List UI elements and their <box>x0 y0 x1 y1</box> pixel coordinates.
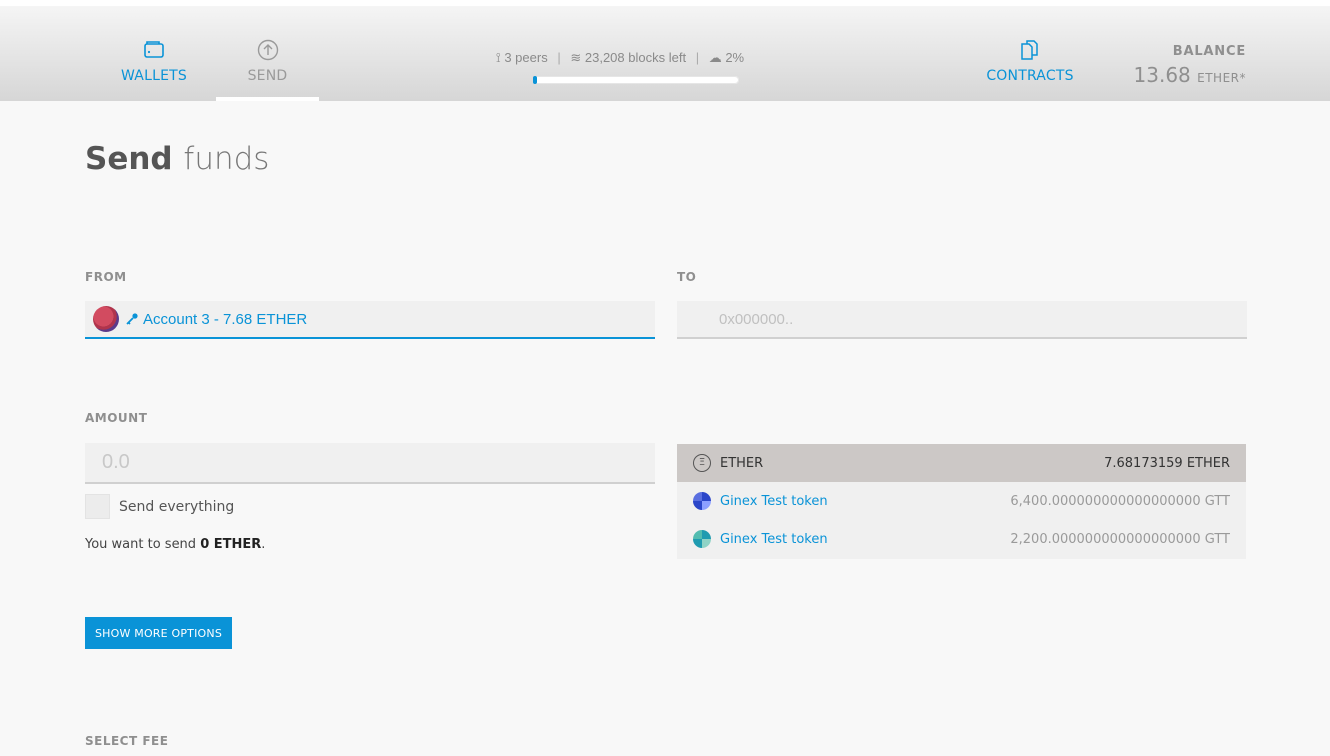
amount-input[interactable] <box>102 451 655 474</box>
token-balance: 6,400.000000000000000000 GTT <box>1010 493 1230 509</box>
sync-progress-bar <box>533 76 739 84</box>
balance-value: 13.68 <box>1133 63 1191 87</box>
token-row-ginex-2[interactable]: Ginex Test token 2,200.00000000000000000… <box>677 520 1246 558</box>
page-title-bold: Send <box>85 141 173 177</box>
top-bar: WALLETS SEND ⟟ 3 peers | ≋ 23,208 blocks… <box>0 6 1330 101</box>
token-row-ether[interactable]: Ξ ETHER 7.68173159 ETHER <box>677 444 1246 482</box>
to-label: TO <box>677 270 697 284</box>
token-name: Ginex Test token <box>720 531 828 547</box>
blocks-icon: ≋ <box>570 50 582 65</box>
wallet-shell: WALLETS SEND ⟟ 3 peers | ≋ 23,208 blocks… <box>0 6 1330 756</box>
divider: | <box>557 50 561 65</box>
token-balance: 2,200.000000000000000000 GTT <box>1010 531 1230 547</box>
wallet-icon <box>143 38 165 62</box>
cloud-icon: ☁ <box>708 50 722 65</box>
upload-arrow-icon <box>257 38 279 62</box>
page-title-light: funds <box>183 141 270 177</box>
app-window: WALLETS SEND ⟟ 3 peers | ≋ 23,208 blocks… <box>0 0 1330 756</box>
token-balance: 7.68173159 ETHER <box>1104 455 1230 471</box>
token-row-ginex-1[interactable]: Ginex Test token 6,400.00000000000000000… <box>677 482 1246 520</box>
send-everything-row[interactable]: Send everything <box>85 494 234 519</box>
documents-icon <box>1020 38 1040 62</box>
token-identicon <box>693 530 711 548</box>
page-title: Send funds <box>85 141 269 177</box>
send-summary-prefix: You want to send <box>85 537 201 552</box>
token-name: Ginex Test token <box>720 493 828 509</box>
nav-send-label: SEND <box>247 68 288 84</box>
nav-wallets-label: WALLETS <box>121 68 187 84</box>
key-icon <box>125 312 139 326</box>
balance-value-row: 13.68 ETHER* <box>1134 63 1246 87</box>
nav-send[interactable]: SEND <box>216 6 319 101</box>
nav-wallets[interactable]: WALLETS <box>104 6 204 101</box>
nav-contracts-label: CONTRACTS <box>986 68 1074 84</box>
balance-display: BALANCE 13.68 ETHER* <box>1134 44 1246 87</box>
send-everything-label[interactable]: Send everything <box>119 499 234 515</box>
account-identicon <box>93 306 119 332</box>
token-select-list: Ξ ETHER 7.68173159 ETHER Ginex Test toke… <box>677 444 1246 559</box>
send-everything-checkbox[interactable] <box>85 494 110 519</box>
to-address-field[interactable] <box>677 301 1247 339</box>
from-account-select[interactable]: Account 3 - 7.68 ETHER <box>85 301 655 339</box>
token-identicon <box>693 492 711 510</box>
peers-icon: ⟟ <box>495 50 501 65</box>
token-name: ETHER <box>720 455 764 471</box>
send-summary-suffix: . <box>261 537 266 552</box>
sync-percent: 2% <box>725 50 745 65</box>
blocks-left: 23,208 blocks left <box>584 50 687 65</box>
send-summary: You want to send 0 ETHER. <box>85 537 265 552</box>
select-fee-label: SELECT FEE <box>85 734 169 748</box>
amount-field[interactable] <box>85 443 655 484</box>
peers-count: 3 peers <box>504 50 548 65</box>
ether-icon: Ξ <box>693 454 711 472</box>
from-account-text: Account 3 - 7.68 ETHER <box>143 310 308 328</box>
balance-label: BALANCE <box>1172 44 1246 59</box>
send-summary-amount: 0 ETHER <box>200 537 262 552</box>
divider: | <box>695 50 700 65</box>
amount-label: AMOUNT <box>85 411 148 425</box>
sync-progress-fill <box>533 76 537 84</box>
sync-status: ⟟ 3 peers | ≋ 23,208 blocks left | ☁ 2% <box>460 50 780 66</box>
nav-contracts[interactable]: CONTRACTS <box>980 6 1080 101</box>
from-label: FROM <box>85 270 127 284</box>
to-address-input[interactable] <box>719 310 1247 328</box>
show-more-options-button[interactable]: SHOW MORE OPTIONS <box>85 617 232 649</box>
balance-unit: ETHER* <box>1197 71 1246 85</box>
